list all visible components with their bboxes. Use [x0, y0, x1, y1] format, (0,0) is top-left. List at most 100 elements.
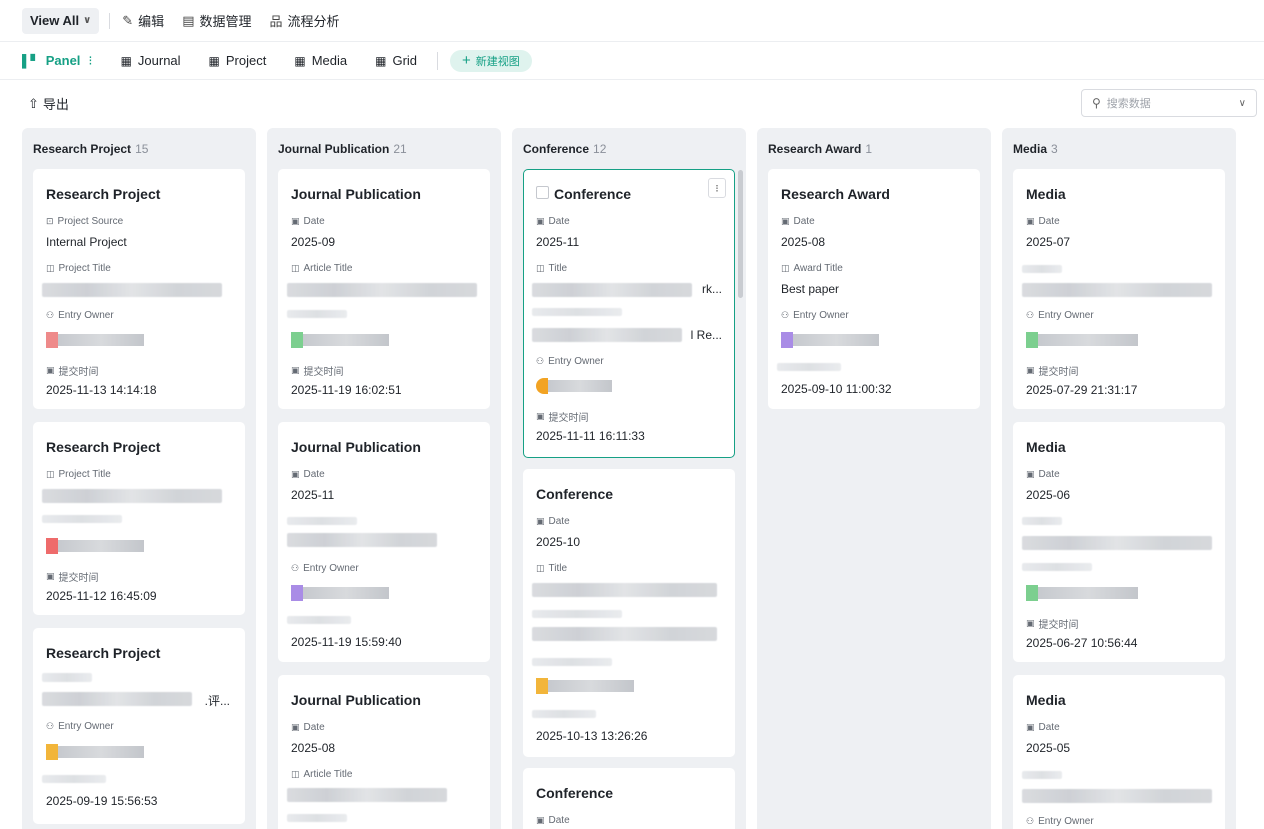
owner-avatar: [1026, 585, 1138, 601]
calendar-icon: ▣: [1026, 365, 1035, 375]
record-card[interactable]: Research Award ▣ Date 2025-08 ◫ Award Titl…: [768, 169, 980, 409]
kanban-icon: ▌▘: [22, 53, 40, 68]
board-column-conference: Conference 12 Conference ⁝ ▣ Date 2025-11 …: [512, 128, 746, 829]
redacted-text: [532, 583, 717, 597]
field-label: ◫ Title: [536, 263, 568, 274]
text-field-icon: ◫: [291, 263, 300, 273]
edit-button[interactable]: ✎ 编辑: [122, 11, 164, 30]
redacted-text: [287, 283, 477, 297]
column-scrollbar[interactable]: [738, 170, 743, 298]
field-label: ▣ Date: [1026, 216, 1060, 227]
card-title: Journal Publication: [291, 186, 421, 202]
record-card[interactable]: Journal Publication ▣ Date 2025-08 ◫ Artic…: [278, 675, 490, 829]
field-label: ▣ Date: [536, 216, 570, 227]
divider: [437, 51, 439, 70]
field-label: ▣ 提交时间: [46, 571, 99, 584]
record-card[interactable]: Media ▣ Date 2025-07 ⚇ Entry Owner ▣ 提交时间 2…: [1013, 169, 1225, 409]
upload-icon: ⇧: [28, 95, 39, 111]
tab-project[interactable]: ▦ Project: [209, 53, 267, 68]
calendar-icon: ▣: [1026, 469, 1035, 479]
column-title: Research Project: [33, 142, 132, 156]
select-checkbox[interactable]: [536, 186, 549, 199]
calendar-icon: ▣: [46, 571, 55, 581]
calendar-icon: ▣: [536, 815, 545, 825]
field-label: ▣ Date: [291, 722, 325, 733]
search-placeholder: 搜索数据: [1106, 98, 1151, 110]
owner-avatar: [291, 332, 389, 348]
field-value: 2025-11: [291, 488, 335, 502]
record-card[interactable]: Media ▣ Date 2025-05 ⚇ Entry Owner: [1013, 675, 1225, 829]
tab-grid[interactable]: ▦ Grid: [375, 53, 417, 68]
card-title: Media: [1026, 439, 1066, 455]
field-label: ▣ Date: [1026, 722, 1060, 733]
redacted-text: [1022, 563, 1092, 571]
edit-label: 编辑: [138, 14, 165, 29]
redacted-text: [1022, 517, 1062, 525]
field-value: 2025-11-12 16:45:09: [46, 589, 157, 603]
owner-avatar: [1026, 332, 1138, 348]
record-card[interactable]: Research Project .评... ⚇ Entry Owner 2025…: [33, 628, 245, 824]
tab-journal[interactable]: ▦ Journal: [121, 53, 181, 68]
column-header: Research Award 1: [768, 142, 872, 156]
field-value: Internal Project: [46, 235, 127, 249]
record-card[interactable]: Media ▣ Date 2025-06 ▣ 提交时间 2025-06-27 10:…: [1013, 422, 1225, 662]
field-label: ⚇ Entry Owner: [46, 721, 114, 732]
field-label: ◫ Article Title: [291, 769, 353, 780]
record-card-selected[interactable]: Conference ⁝ ▣ Date 2025-11 ◫ Title rk... …: [523, 169, 735, 458]
redacted-text: [532, 610, 622, 618]
search-input[interactable]: ⚲ 搜索数据 ∨: [1081, 89, 1257, 117]
field-value: 2025-09: [291, 235, 336, 249]
field-label: ▣ Date: [781, 216, 815, 227]
redacted-text: [532, 658, 612, 666]
field-value: 2025-10: [536, 535, 581, 549]
field-value: 2025-11-19 15:59:40: [291, 635, 402, 649]
tab-panel[interactable]: ▌▘ Panel ⁝: [22, 53, 93, 69]
column-title: Media: [1013, 142, 1048, 156]
calendar-icon: ▣: [46, 365, 55, 375]
calendar-icon: ▣: [291, 722, 300, 732]
field-value: 2025-07: [1026, 235, 1071, 249]
card-title: Media: [1026, 692, 1066, 708]
more-vertical-icon[interactable]: ⁝: [88, 53, 92, 69]
record-card[interactable]: Conference ▣ Date 2025-10 ◫ Title 2025-10-…: [523, 469, 735, 757]
truncated-text: l Re...: [690, 328, 722, 342]
export-button[interactable]: ⇧ 导出: [28, 94, 69, 113]
new-view-label: 新建视图: [475, 55, 520, 68]
field-value: 2025-08: [781, 235, 826, 249]
record-card[interactable]: Journal Publication ▣ Date 2025-09 ◫ Artic…: [278, 169, 490, 409]
column-header: Conference 12: [523, 142, 606, 156]
board-column-research-award: Research Award 1 Research Award ▣ Date 202…: [757, 128, 991, 829]
column-header: Research Project 15: [33, 142, 148, 156]
column-count: 15: [135, 142, 149, 156]
tab-media[interactable]: ▦ Media: [294, 53, 347, 68]
redacted-text: [287, 814, 347, 822]
person-icon: ⚇: [536, 356, 545, 366]
owner-avatar: [46, 538, 144, 554]
field-value: 2025-09-19 15:56:53: [46, 794, 158, 808]
redacted-text: [1022, 265, 1062, 273]
calendar-icon: ▣: [536, 216, 545, 226]
field-label: ◫ Project Title: [46, 469, 111, 480]
data-manage-button[interactable]: ▤ 数据管理: [182, 11, 251, 30]
record-card[interactable]: Research Project ⊡ Project Source Interna…: [33, 169, 245, 409]
field-value: 2025-07-29 21:31:17: [1026, 383, 1138, 397]
owner-avatar: [536, 378, 612, 394]
more-vertical-icon[interactable]: ⁝: [708, 178, 726, 198]
calendar-icon: ▣: [1026, 722, 1035, 732]
card-title: Research Project: [46, 186, 161, 202]
export-label: 导出: [42, 97, 69, 112]
record-card[interactable]: Research Project ◫ Project Title ▣ 提交时间 20…: [33, 422, 245, 615]
view-all-dropdown[interactable]: View All ∨: [22, 7, 100, 34]
chevron-down-icon[interactable]: ∨: [1239, 98, 1246, 109]
field-label: ⚇ Entry Owner: [781, 310, 849, 321]
flow-analysis-button[interactable]: 品 流程分析: [270, 11, 340, 30]
table-icon: ▦: [120, 53, 132, 68]
field-label: ⚇ Entry Owner: [291, 563, 359, 574]
field-value: 2025-11-19 16:02:51: [291, 383, 402, 397]
field-label: ⚇ Entry Owner: [1026, 816, 1094, 827]
record-card[interactable]: Conference ▣ Date: [523, 768, 735, 829]
record-card[interactable]: Journal Publication ▣ Date 2025-11 ⚇ Entry…: [278, 422, 490, 662]
redacted-text: [532, 328, 682, 342]
new-view-button[interactable]: + 新建视图: [450, 49, 532, 72]
tab-panel-label: Panel: [45, 53, 81, 68]
